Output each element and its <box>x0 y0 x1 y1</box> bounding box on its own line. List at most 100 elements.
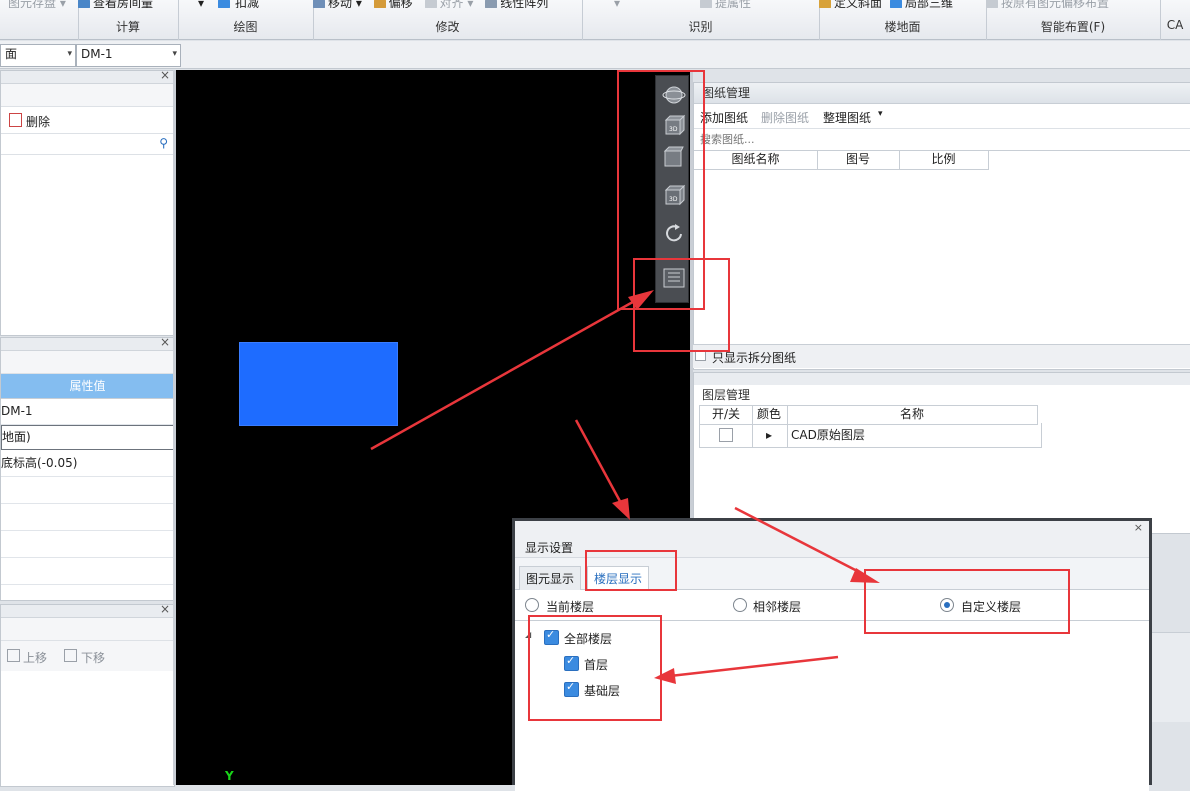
property-row[interactable]: 底标高(-0.05) <box>1 450 174 477</box>
deduct-button[interactable]: 扣减 <box>235 0 259 8</box>
column-header[interactable]: 名称 <box>787 405 1038 425</box>
up-arrow-icon <box>7 649 20 662</box>
search-icon[interactable]: ⚲ <box>159 136 168 150</box>
ribbon-group-title: 修改 <box>435 20 460 34</box>
component-list-panel: × 删除 ⚲ <box>0 68 175 336</box>
layer-table-header: 开/关 颜色 名称 <box>699 405 1190 425</box>
ribbon-group-cad: CA <box>1160 0 1190 40</box>
drawing-table-header: 图纸名称 图号 比例 <box>694 151 1190 170</box>
property-row[interactable]: DM-1 <box>1 399 174 425</box>
drawing-manager-panel: 图纸管理 添加图纸 删除图纸 整理图纸 ▾ 图纸名称 图号 比例 <box>693 82 1190 370</box>
offset-layout-icon <box>986 0 998 8</box>
layer-name: CAD原始图层 <box>787 423 1042 448</box>
property-row[interactable] <box>1 531 174 558</box>
delete-button[interactable]: 删除 <box>26 113 50 130</box>
panel-header: × <box>1 68 174 84</box>
component-select[interactable]: DM-1 ▾ <box>76 44 181 67</box>
organize-drawing-button[interactable]: 整理图纸 <box>823 109 871 126</box>
panel-header: × <box>1 335 174 351</box>
radio-current-floor[interactable] <box>525 598 539 612</box>
ribbon-group-draw: ▾ 扣减 绘图 <box>178 0 314 40</box>
property-value-header: 属性值 <box>1 374 174 399</box>
drawing-search-input[interactable] <box>694 129 1190 151</box>
extract-attributes-button[interactable]: 提属性 <box>715 0 751 8</box>
linear-array-button[interactable]: 线性阵列 <box>500 0 548 8</box>
ribbon-group-floor: 定义斜面 局部三维 楼地面 <box>819 0 987 40</box>
property-row[interactable] <box>1 477 174 504</box>
property-value: 底标高(-0.05) <box>1 456 78 470</box>
move-button[interactable]: 移动 ▾ <box>328 0 362 8</box>
ribbon-group-title: 绘图 <box>233 20 258 34</box>
offset-button[interactable]: 偏移 <box>389 0 413 8</box>
close-icon[interactable]: × <box>160 602 170 616</box>
align-icon <box>424 0 437 8</box>
layer-manager-title: 图层管理 <box>694 385 1190 405</box>
drawing-manager-title: 图纸管理 <box>694 83 1190 104</box>
order-panel: × 上移 下移 <box>0 602 175 787</box>
close-icon[interactable]: × <box>160 335 170 349</box>
column-header[interactable]: 颜色 <box>751 405 788 425</box>
expand-arrow-icon[interactable]: ▸ <box>751 423 788 448</box>
ribbon-group-title: 楼地面 <box>884 20 921 34</box>
ribbon-group-title: 计算 <box>115 20 140 34</box>
align-button[interactable]: 对齐 ▾ <box>440 0 474 8</box>
property-row[interactable]: 地面) <box>1 425 174 450</box>
layer-manager-panel: 图层管理 开/关 颜色 名称 ▸ CAD原始图层 <box>693 372 1190 534</box>
ribbon-group-save: 图元存盘 ▾ <box>0 0 79 40</box>
search-input[interactable]: ⚲ <box>1 134 174 155</box>
property-rows: DM-1 地面) 底标高(-0.05) <box>1 399 174 585</box>
annotation-box-floor-tab <box>585 550 677 591</box>
offset-icon <box>373 0 386 8</box>
save-element-button[interactable]: 图元存盘 ▾ <box>8 0 66 8</box>
property-row[interactable] <box>1 558 174 585</box>
property-value: DM-1 <box>1 404 33 418</box>
checkbox-icon <box>218 0 231 8</box>
tab-element-display[interactable]: 图元显示 <box>519 566 582 591</box>
annotation-box-custom-floor <box>864 569 1070 634</box>
ribbon-group-title: CA <box>1166 18 1184 32</box>
ribbon-group-calc: 查看房间量 计算 <box>78 0 179 40</box>
delete-drawing-button[interactable]: 删除图纸 <box>761 109 809 126</box>
move-down-button[interactable]: 下移 <box>81 649 105 666</box>
column-header[interactable]: 图纸名称 <box>694 151 818 170</box>
recognize-dropdown[interactable]: ▾ <box>614 0 620 8</box>
layer-visibility-checkbox[interactable] <box>719 428 733 442</box>
floor-type-value: 面 <box>5 47 18 61</box>
chevron-down-icon: ▾ <box>172 49 177 59</box>
view-room-quantity-button[interactable]: 查看房间量 <box>93 0 153 8</box>
chevron-down-icon: ▾ <box>67 49 72 59</box>
delete-icon <box>9 113 22 127</box>
radio-adjacent-floor[interactable] <box>733 598 747 612</box>
drawing-toolbar: 添加图纸 删除图纸 整理图纸 ▾ <box>694 104 1190 129</box>
chevron-down-icon[interactable]: ▾ <box>878 109 883 119</box>
add-drawing-button[interactable]: 添加图纸 <box>700 109 748 126</box>
property-row[interactable] <box>1 504 174 531</box>
annotation-box-floor-tree <box>528 615 662 721</box>
layer-row[interactable]: ▸ CAD原始图层 <box>699 423 1190 448</box>
floor-type-select[interactable]: 面 ▾ <box>0 44 76 67</box>
local-3d-icon <box>890 0 903 8</box>
floor-rectangle[interactable] <box>239 342 398 426</box>
column-header[interactable]: 图号 <box>817 151 900 170</box>
room-icon <box>78 0 90 8</box>
define-slope-button[interactable]: 定义斜面 <box>834 0 882 8</box>
property-value: 地面) <box>2 430 31 444</box>
down-arrow-icon <box>64 649 77 662</box>
extract-icon <box>700 0 713 8</box>
column-header[interactable]: 开/关 <box>699 405 753 425</box>
ribbon-group-title: 智能布置(F) <box>1040 20 1106 34</box>
close-icon[interactable]: × <box>160 68 170 82</box>
dialog-title: 显示设置 <box>525 541 574 555</box>
offset-layout-button[interactable]: 按原有图元偏移布置 <box>1001 0 1109 8</box>
move-up-button[interactable]: 上移 <box>23 649 47 666</box>
close-icon[interactable]: × <box>1134 521 1143 534</box>
list-toolbar: 删除 <box>1 107 174 134</box>
selector-bar: 面 ▾ DM-1 ▾ <box>0 41 1190 69</box>
local-3d-button[interactable]: 局部三维 <box>905 0 953 8</box>
ribbon-group-recognize: ▾ 提属性 识别 <box>582 0 820 40</box>
ribbon-toolbar: 图元存盘 ▾ 查看房间量 计算 ▾ 扣减 绘图 移动 ▾ 偏移 对齐 ▾ 线性阵列… <box>0 0 1190 40</box>
draw-dropdown[interactable]: ▾ <box>198 0 204 8</box>
component-value: DM-1 <box>81 47 113 61</box>
drawing-filter-bar: 只显示拆分图纸 <box>693 344 1190 368</box>
column-header[interactable]: 比例 <box>899 151 989 170</box>
